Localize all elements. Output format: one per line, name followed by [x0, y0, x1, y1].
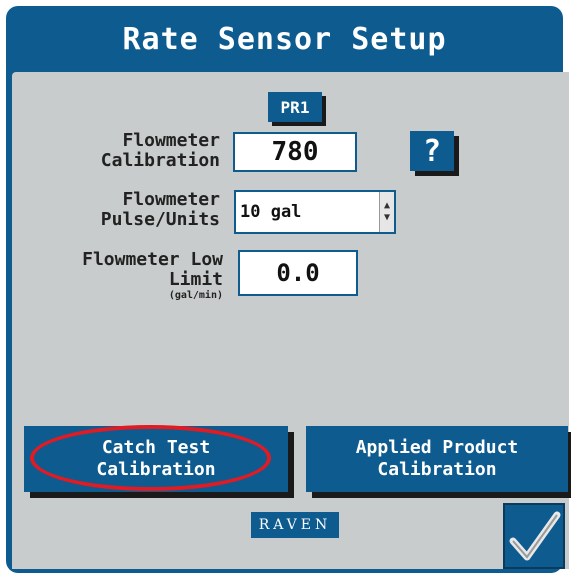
chevron-down-icon: ▼	[383, 212, 391, 223]
applied-product-line2: Calibration	[377, 459, 497, 480]
page-title: Rate Sensor Setup	[122, 22, 447, 57]
pulse-units-label: Flowmeter Pulse/Units	[40, 190, 220, 230]
catch-test-calibration-button[interactable]: Catch Test Calibration	[24, 426, 288, 492]
calibration-input[interactable]: 780	[233, 132, 357, 172]
checkmark-icon	[509, 511, 561, 561]
low-limit-input[interactable]: 0.0	[238, 250, 358, 296]
calibration-label: Flowmeter Calibration	[70, 131, 220, 171]
chevron-up-icon: ▲	[383, 200, 391, 211]
catch-test-line1: Catch Test	[101, 437, 211, 458]
up-down-arrows-icon[interactable]: ▲ ▼	[379, 192, 394, 232]
tab-pr1[interactable]: PR1	[268, 92, 322, 122]
low-limit-unit: (gal/min)	[168, 290, 223, 301]
low-limit-label: Flowmeter Low Limit (gal/min)	[30, 250, 223, 302]
low-limit-label-line1: Flowmeter Low	[82, 249, 223, 270]
calibration-label-line2: Calibration	[100, 150, 220, 171]
pulse-units-select[interactable]: 10 gal ▲ ▼	[234, 190, 396, 234]
low-limit-label-line2: Limit	[168, 269, 223, 290]
applied-product-calibration-button[interactable]: Applied Product Calibration	[306, 426, 568, 492]
raven-logo: RAVEN	[251, 512, 339, 538]
calibration-label-line1: Flowmeter	[122, 130, 220, 151]
applied-product-line1: Applied Product	[355, 437, 519, 458]
catch-test-line2: Calibration	[96, 459, 216, 480]
confirm-button[interactable]	[503, 503, 565, 569]
help-button[interactable]: ?	[410, 131, 454, 171]
pulse-units-label-line2: Pulse/Units	[100, 209, 220, 230]
pulse-units-value: 10 gal	[240, 202, 302, 222]
pulse-units-label-line1: Flowmeter	[122, 189, 220, 210]
